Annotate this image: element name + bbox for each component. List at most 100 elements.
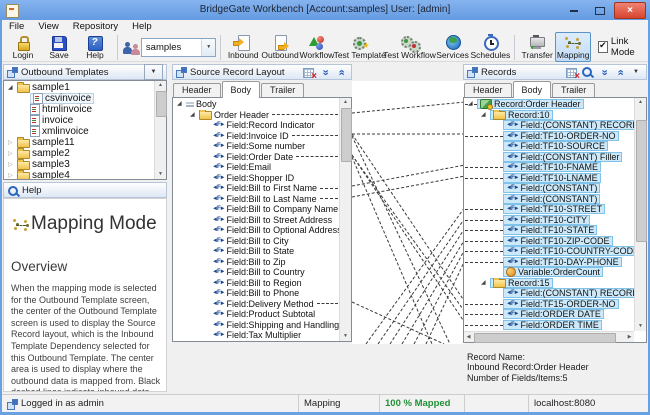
tree-item-xmlinvoice[interactable]: xmlinvoice (4, 126, 154, 137)
tree-item-field-invoice-id[interactable]: ◄F► Field:Invoice ID (173, 131, 339, 142)
clear-table-icon[interactable] (565, 66, 580, 82)
toolbar-button-outbound[interactable]: Outbound (261, 32, 299, 62)
tree-item-field-bill-to-country[interactable]: ◄F► Field:Bill to Country (173, 267, 339, 278)
tree-item-field-order-time[interactable]: ◄F► Field:ORDER TIME (464, 319, 634, 331)
tree-item-sample2[interactable]: ▷ sample2 (4, 148, 154, 159)
tree-item-field-constant-record-indica[interactable]: ◄F►Field:(CONSTANT) RECORD INDICA (464, 120, 634, 131)
expand-all-icon[interactable]: « (334, 66, 348, 79)
tree-item-invoice[interactable]: invoice (4, 115, 154, 126)
scroll-right-icon[interactable]: ▶ (625, 332, 634, 342)
tree-item-field-constant[interactable]: ◄F► Field:(CONSTANT) (464, 193, 634, 205)
toolbar-button-test-template[interactable]: ★ Test Template (334, 32, 386, 62)
tree-item-field-tf10-day-phone[interactable]: ◄F► Field:TF10-DAY-PHONE (464, 256, 634, 268)
scrollbar-thumb[interactable] (636, 120, 647, 242)
source-tab-body[interactable]: Body (221, 81, 261, 98)
tree-item-field-tf10-source[interactable]: ◄F► Field:TF10-SOURCE (464, 141, 634, 152)
tree-item-record-order-header[interactable]: ◢ Record:Order Header (464, 99, 634, 110)
tree-item-field-order-date[interactable]: ◄F► Field:Order Date (173, 152, 339, 163)
toolbar-button-transfer[interactable]: Transfer (519, 32, 555, 62)
source-tab-trailer[interactable]: Trailer (261, 83, 305, 97)
source-scrollbar[interactable]: ▲ ▼ (339, 98, 352, 341)
tree-item-field-bill-to-company-name[interactable]: ◄F► Field:Bill to Company Name (173, 204, 339, 215)
tree-item-record-10[interactable]: ◢ Record:10 (464, 109, 634, 120)
tree-item-field-constant[interactable]: ◄F► Field:(CONSTANT) (464, 183, 634, 194)
tree-item-record-15[interactable]: ◢ Record:15 (464, 277, 634, 288)
arrow-collapsed-icon[interactable]: ▷ (8, 173, 17, 179)
tree-item-sample3[interactable]: ▷ sample3 (4, 159, 154, 170)
arrow-collapsed-icon[interactable]: ▷ (8, 162, 17, 168)
scrollbar-thumb[interactable] (474, 333, 616, 343)
tree-item-sample4[interactable]: ▷ sample4 (4, 170, 154, 179)
tree-item-field-tax-multiplier[interactable]: ◄F► Field:Tax Multiplier (173, 330, 339, 341)
tree-item-field-bill-to-optional-address[interactable]: ◄F► Field:Bill to Optional Address (173, 225, 339, 236)
records-tab-body[interactable]: Body (512, 81, 552, 98)
source-tab-header[interactable]: Header (173, 83, 221, 97)
tree-item-field-order-date[interactable]: ◄F► Field:ORDER DATE (464, 309, 634, 320)
arrow-collapsed-icon[interactable]: ▷ (8, 151, 17, 157)
templates-scrollbar[interactable]: ▲ ▼ (154, 81, 167, 179)
tree-item-field-tf10-country-code[interactable]: ◄F► Field:TF10-COUNTRY-CODE (464, 246, 634, 257)
close-button[interactable]: × (614, 2, 646, 19)
tree-item-field-shopper-id[interactable]: ◄F► Field:Shopper ID (173, 173, 339, 184)
toolbar-button-workflow[interactable]: Workflow (299, 32, 335, 62)
tree-item-field-bill-to-last-name[interactable]: ◄F► Field:Bill to Last Name (173, 194, 339, 205)
collapse-all-icon[interactable]: » (597, 66, 611, 79)
tree-item-field-record-indicator[interactable]: ◄F► Field:Record Indicator (173, 120, 339, 131)
records-vscrollbar[interactable]: ▲ ▼ (634, 98, 647, 331)
tree-item-htmlinvoice[interactable]: htmlinvoice (4, 104, 154, 115)
tree-item-field-bill-to-city[interactable]: ◄F► Field:Bill to City (173, 236, 339, 247)
records-tab-trailer[interactable]: Trailer (552, 83, 596, 97)
toolbar-button-schedules[interactable]: Schedules (471, 32, 510, 62)
tree-item-field-tf10-order-no[interactable]: ◄F► Field:TF10-ORDER-NO (464, 130, 634, 142)
tree-item-field-tf10-fname[interactable]: ◄F► Field:TF10-FNAME (464, 162, 634, 173)
tree-item-field-bill-to-phone[interactable]: ◄F► Field:Bill to Phone (173, 288, 339, 299)
chevron-down-icon[interactable]: ▼ (201, 38, 216, 56)
arrow-expanded-icon[interactable]: ◢ (481, 280, 490, 286)
account-combobox[interactable]: samples ▼ (140, 37, 217, 57)
tree-item-csvinvoice[interactable]: csvinvoice (4, 93, 154, 104)
tree-item-sample11[interactable]: ▷ sample11 (4, 137, 154, 148)
tree-item-field-tf10-street[interactable]: ◄F► Field:TF10-STREET (464, 204, 634, 215)
toolbar-button-mapping[interactable]: Mapping (555, 32, 592, 62)
arrow-collapsed-icon[interactable]: ▷ (8, 140, 17, 146)
arrow-expanded-icon[interactable]: ◢ (481, 112, 490, 118)
chevron-down-icon[interactable]: ▼ (144, 64, 163, 80)
expand-all-icon[interactable]: « (613, 66, 627, 79)
tree-item-field-tf10-city[interactable]: ◄F► Field:TF10-CITY (464, 214, 634, 226)
tree-item-field-tf10-state[interactable]: ◄F► Field:TF10-STATE (464, 225, 634, 236)
tree-item-field-product-subtotal[interactable]: ◄F► Field:Product Subtotal (173, 309, 339, 320)
arrow-expanded-icon[interactable]: ◢ (8, 85, 17, 91)
toolbar-button-test-workflow[interactable]: Test Workflow (383, 32, 436, 62)
tree-item-field-tf15-order-no[interactable]: ◄F► Field:TF15-ORDER-NO (464, 298, 634, 310)
toolbar-button-help[interactable]: ? Help (77, 32, 113, 62)
clear-table-icon[interactable] (302, 66, 317, 82)
tree-item-field-constant-filler[interactable]: ◄F► Field:(CONSTANT) Filler (464, 151, 634, 163)
toolbar-button-save[interactable]: Save (41, 32, 77, 62)
arrow-expanded-icon[interactable]: ◢ (177, 101, 186, 107)
records-hscrollbar[interactable]: ◀ ▶ (464, 331, 634, 343)
arrow-expanded-icon[interactable]: ◢ (190, 112, 199, 118)
toolbar-button-services[interactable]: Services (435, 32, 471, 62)
menu-item-help[interactable]: Help (125, 20, 159, 33)
link-mode-checkbox[interactable]: Link Mode (598, 36, 645, 58)
tree-item-field-tf10-zip-code[interactable]: ◄F► Field:TF10-ZIP-CODE (464, 235, 634, 247)
maximize-button[interactable] (588, 3, 612, 18)
scrollbar-thumb[interactable] (341, 108, 352, 162)
scroll-up-icon[interactable]: ▲ (635, 98, 646, 107)
tree-item-field-bill-to-first-name[interactable]: ◄F► Field:Bill to First Name (173, 183, 339, 194)
collapse-all-icon[interactable]: » (318, 66, 332, 79)
minimize-button[interactable] (562, 3, 586, 18)
tree-item-field-bill-to-zip[interactable]: ◄F► Field:Bill to Zip (173, 257, 339, 268)
tree-item-field-bill-to-street-address[interactable]: ◄F► Field:Bill to Street Address (173, 215, 339, 226)
magnifier-icon[interactable] (581, 66, 595, 79)
toolbar-button-login[interactable]: Login (5, 32, 41, 62)
tree-item-field-tf10-lname[interactable]: ◄F► Field:TF10-LNAME (464, 172, 634, 184)
tree-item-field-delivery-method[interactable]: ◄F► Field:Delivery Method (173, 299, 339, 310)
scroll-down-icon[interactable]: ▼ (155, 170, 166, 179)
scroll-down-icon[interactable]: ▼ (635, 322, 646, 331)
tree-item-sample1[interactable]: ◢ sample1 (4, 82, 154, 93)
tree-item-field-bill-to-region[interactable]: ◄F► Field:Bill to Region (173, 278, 339, 289)
scrollbar-thumb[interactable] (156, 91, 167, 117)
tree-item-field-some-number[interactable]: ◄F► Field:Some number (173, 141, 339, 152)
tree-item-field-shipping-and-handling[interactable]: ◄F► Field:Shipping and Handling (173, 320, 339, 331)
